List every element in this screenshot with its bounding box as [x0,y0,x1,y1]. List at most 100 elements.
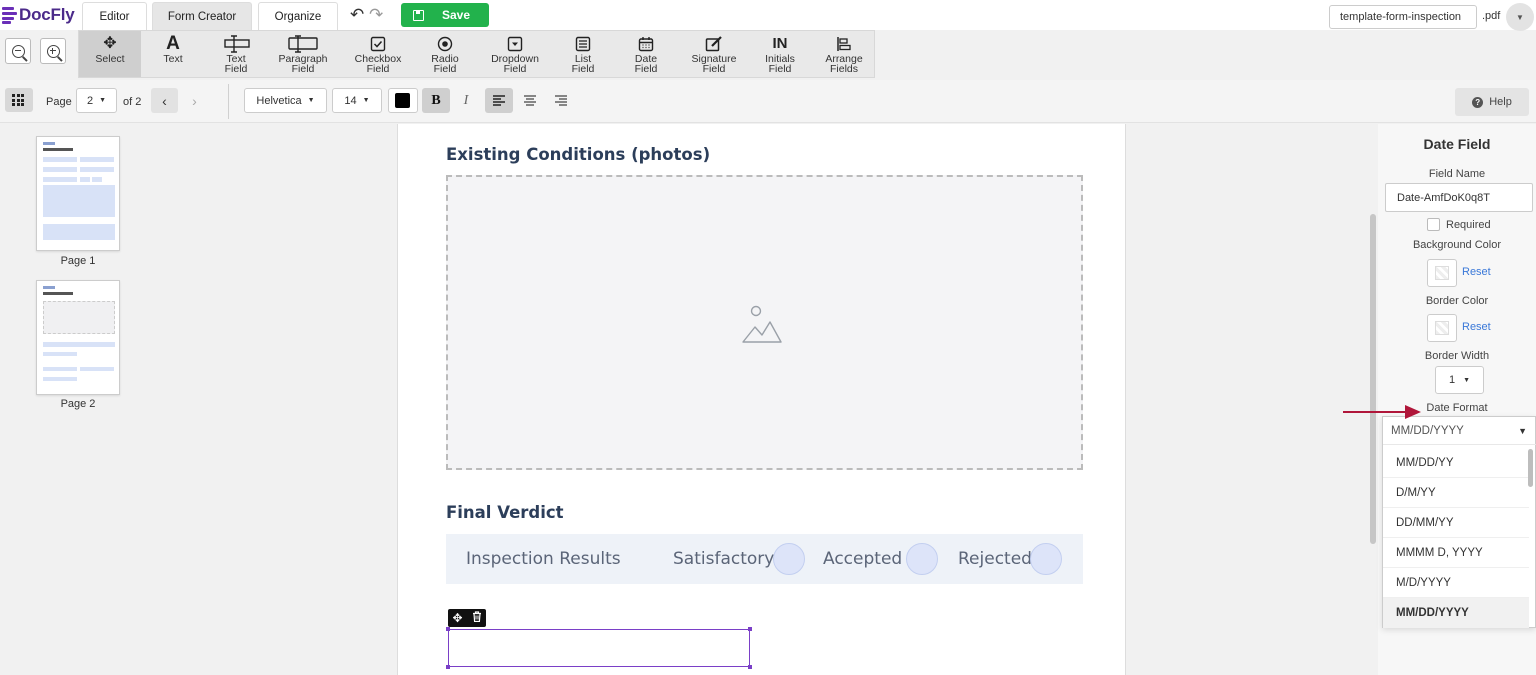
required-checkbox[interactable] [1427,218,1440,231]
align-left-icon [493,95,505,106]
thumbnail-page-2[interactable] [36,280,120,395]
field-name-input[interactable]: Date-AmfDoK0q8T [1385,183,1533,212]
date-format-dropdown[interactable]: MM/DD/YYYY ▼ MM/DD/YY D/M/YY DD/MM/YY MM… [1382,416,1536,628]
tool-initials-field[interactable]: IN Initials Field [752,31,808,77]
border-color-label: Border Color [1425,295,1489,307]
font-size-select[interactable]: 14 ▼ [332,88,382,113]
thumbnail-page-1[interactable] [36,136,120,251]
app-name: DocFly [19,5,75,24]
chevron-down-icon: ▼ [362,97,370,104]
font-family-value: Helvetica [256,94,302,107]
date-format-option[interactable]: M/D/YYYY [1383,568,1529,598]
floppy-icon [413,9,424,21]
tool-text[interactable]: A Text [142,31,204,77]
border-width-select[interactable]: 1 ▼ [1435,366,1484,394]
date-format-option-selected[interactable]: MM/DD/YYYY [1383,598,1529,628]
zoom-out-button[interactable] [5,38,31,64]
undo-icon[interactable]: ↶ [350,5,364,25]
align-center-icon [524,95,536,106]
background-color-reset[interactable]: Reset [1462,266,1491,278]
inspection-results-label: Inspection Results [466,549,621,569]
help-label: Help [1489,96,1512,108]
filename-input[interactable]: template-form-inspection [1329,5,1477,29]
tool-paragraph-field[interactable]: Paragraph Field [272,31,334,77]
tool-radio-field[interactable]: Radio Field [417,31,473,77]
canvas-scrollbar-thumb[interactable] [1370,214,1376,544]
account-menu-button[interactable]: ▼ [1506,3,1534,31]
top-bar: DocFly Editor Form Creator Organize ↶ ↷ … [0,0,1536,31]
radio-rejected[interactable] [1030,543,1062,575]
transparent-icon [1435,266,1449,280]
border-color-reset[interactable]: Reset [1462,321,1491,333]
tool-select[interactable]: ✥ Select [79,31,141,77]
chevron-down-icon: ▼ [99,97,107,104]
tool-list-field[interactable]: List Field [557,31,609,77]
docfly-logo[interactable]: DocFly [2,5,75,25]
text-color-swatch [395,93,410,108]
tool-dropdown-field[interactable]: Dropdown Field [482,31,548,77]
list-icon [575,34,591,54]
redo-icon[interactable]: ↷ [369,5,383,25]
zoom-in-button[interactable] [40,38,66,64]
align-right-button[interactable] [547,88,575,113]
tool-label: Dropdown Field [491,53,539,75]
tab-form-creator[interactable]: Form Creator [152,2,252,30]
page-label: Page [46,96,72,108]
annotation-arrow-icon [1343,405,1421,419]
bold-button[interactable]: B [422,88,450,113]
tool-label: List Field [571,53,595,75]
dropdown-scrollbar[interactable] [1528,449,1533,487]
tool-label: Text Field [224,53,248,75]
date-format-option[interactable]: DD/MM/YY [1383,508,1529,538]
image-icon [742,305,782,343]
radio-satisfactory[interactable] [773,543,805,575]
prev-page-button[interactable]: ‹ [151,88,178,113]
page-count: of 2 [123,96,142,108]
tab-editor[interactable]: Editor [82,2,147,30]
trash-icon[interactable] [472,611,482,625]
date-format-option[interactable]: D/M/YY [1383,478,1529,508]
resize-handle[interactable] [446,627,450,631]
font-family-select[interactable]: Helvetica ▼ [244,88,327,113]
page-select[interactable]: 2 ▼ [76,88,117,113]
date-format-select[interactable]: MM/DD/YYYY ▼ [1383,417,1536,445]
date-format-option[interactable]: MM/DD/YY [1383,448,1529,478]
document-canvas: Existing Conditions (photos) Final Verdi… [159,124,1370,675]
help-icon: ? [1472,96,1484,108]
move-icon[interactable]: ✥ [452,611,462,625]
resize-handle[interactable] [748,627,752,631]
chevron-down-icon: ▼ [1463,376,1471,384]
thumbnail-label: Page 2 [60,398,96,410]
tab-organize[interactable]: Organize [258,2,338,30]
tool-text-field[interactable]: Text Field [205,31,267,77]
background-color-label: Background Color [1412,239,1502,251]
text-field-icon [221,34,251,54]
italic-button[interactable]: I [453,88,479,113]
save-button[interactable]: Save [401,3,489,27]
tool-date-field[interactable]: Date Field [620,31,672,77]
section-title-final-verdict: Final Verdict [446,503,564,522]
tool-arrange-fields[interactable]: Arrange Fields [816,31,872,77]
document-page: Existing Conditions (photos) Final Verdi… [397,124,1126,675]
dropdown-icon [507,34,523,54]
tool-checkbox-field[interactable]: Checkbox Field [345,31,411,77]
align-left-button[interactable] [485,88,513,113]
form-tools-panel: ✥ Select A Text Text Field Paragraph Fie… [78,30,875,78]
help-button[interactable]: ? Help [1455,88,1529,116]
tool-signature-field[interactable]: Signature Field [682,31,746,77]
page-thumbnails: Page 1 Page 2 [0,124,159,675]
resize-handle[interactable] [446,665,450,669]
date-format-option[interactable]: MMMM D, YYYY [1383,538,1529,568]
divider [228,84,229,119]
background-color-swatch[interactable] [1427,259,1457,287]
align-center-button[interactable] [516,88,544,113]
resize-handle[interactable] [748,665,752,669]
next-page-button[interactable]: › [181,88,208,113]
image-placeholder[interactable] [446,175,1083,470]
text-icon: A [166,33,180,54]
border-color-swatch[interactable] [1427,314,1457,342]
chevron-left-icon: ‹ [162,92,167,109]
selected-date-field[interactable] [446,627,752,669]
grid-view-icon[interactable] [5,88,33,112]
radio-accepted[interactable] [906,543,938,575]
